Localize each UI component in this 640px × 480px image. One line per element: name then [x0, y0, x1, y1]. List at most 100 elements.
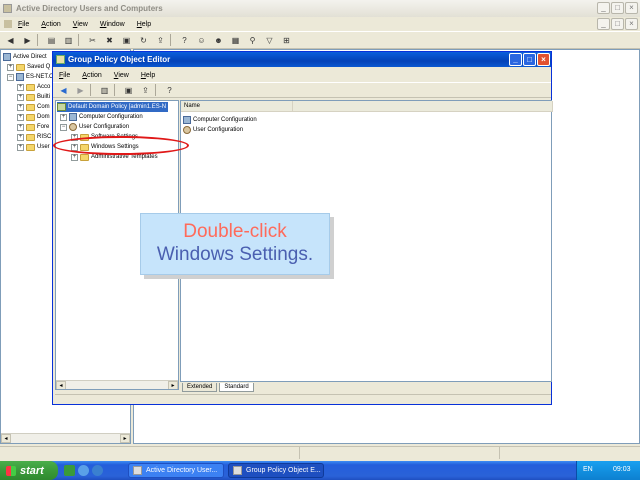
ad-window-title: Active Directory Users and Computers: [16, 4, 163, 13]
show-tree-icon[interactable]: ▥: [98, 84, 111, 97]
collapse-icon[interactable]: −: [7, 73, 14, 81]
scroll-right-icon[interactable]: ▸: [168, 381, 178, 389]
scroll-left-icon[interactable]: ◂: [1, 434, 11, 443]
gpo-task-icon: [233, 466, 242, 475]
show-tree-icon[interactable]: ▥: [62, 34, 75, 47]
quicklaunch-ie-icon[interactable]: [78, 465, 89, 476]
status-cell: [300, 447, 500, 459]
tree-item-default-domain-policy[interactable]: Default Domain Policy [admin1.ES-N: [57, 102, 169, 112]
column-header-empty[interactable]: [293, 101, 553, 112]
expand-icon[interactable]: +: [17, 83, 24, 91]
gpo-title-bar[interactable]: Group Policy Object Editor _ □ ×: [53, 52, 551, 67]
tree-item-users[interactable]: + User: [17, 142, 50, 152]
folder-icon: [80, 153, 89, 161]
add-to-group-icon[interactable]: ⊞: [280, 34, 293, 47]
find-icon[interactable]: ⚲: [246, 34, 259, 47]
add-group-icon[interactable]: ☻: [212, 34, 225, 47]
taskbar-item-active-directory[interactable]: Active Directory User...: [128, 463, 224, 478]
clock[interactable]: 09:03: [613, 466, 631, 473]
ad-close-button[interactable]: ×: [625, 2, 638, 14]
expand-icon[interactable]: +: [7, 63, 14, 71]
language-indicator[interactable]: EN: [583, 466, 593, 473]
refresh-icon[interactable]: ↻: [137, 34, 150, 47]
expand-icon[interactable]: +: [17, 123, 24, 131]
collapse-icon[interactable]: −: [60, 123, 67, 131]
list-item-computer-configuration[interactable]: Computer Configuration: [183, 115, 257, 125]
tree-item-builtin[interactable]: + Builti: [17, 92, 50, 102]
tree-item-active-directory[interactable]: Active Direct: [3, 52, 47, 62]
instruction-callout: Double-click Windows Settings.: [140, 213, 330, 275]
tree-item-computer-configuration[interactable]: + Computer Configuration: [60, 112, 143, 122]
computer-icon: [183, 116, 191, 124]
ad-mdi-minimize-button[interactable]: _: [597, 18, 610, 30]
add-ou-icon[interactable]: ▦: [229, 34, 242, 47]
tree-item-foreign[interactable]: + Fore: [17, 122, 49, 132]
gpo-menu-action[interactable]: Action: [82, 72, 101, 79]
tab-standard[interactable]: Standard: [219, 382, 254, 392]
user-icon: [183, 126, 191, 134]
expand-icon[interactable]: +: [60, 113, 67, 121]
gpo-maximize-button[interactable]: □: [523, 53, 536, 66]
add-user-icon[interactable]: ☺: [195, 34, 208, 47]
toolbar-separator: [37, 34, 38, 46]
ad-menu-help[interactable]: Help: [137, 21, 151, 28]
properties-icon[interactable]: ▣: [120, 34, 133, 47]
tree-item-saved-queries[interactable]: + Saved Q: [7, 62, 50, 72]
ad-mdi-restore-button[interactable]: □: [611, 18, 624, 30]
ad-menu-action[interactable]: Action: [41, 21, 60, 28]
back-icon[interactable]: ◀: [4, 34, 17, 47]
folder-icon: [26, 83, 35, 91]
properties-icon[interactable]: ▣: [122, 84, 135, 97]
tree-item-risc[interactable]: + RISC: [17, 132, 51, 142]
gpo-menu-help[interactable]: Help: [141, 72, 155, 79]
gpo-menu-file[interactable]: File: [59, 72, 70, 79]
tree-item-domain-controllers[interactable]: + Dom: [17, 112, 50, 122]
expand-icon[interactable]: +: [17, 103, 24, 111]
quicklaunch-desktop-icon[interactable]: [64, 465, 75, 476]
help-icon[interactable]: ?: [163, 84, 176, 97]
cut-icon[interactable]: ✂: [86, 34, 99, 47]
gpo-close-button[interactable]: ×: [537, 53, 550, 66]
forward-icon[interactable]: ▶: [21, 34, 34, 47]
expand-icon[interactable]: +: [17, 113, 24, 121]
expand-icon[interactable]: +: [17, 143, 24, 151]
toolbar-separator: [114, 84, 115, 96]
tree-item-domain[interactable]: − ES-NET.C: [7, 72, 53, 82]
ad-tree-hscrollbar[interactable]: ◂ ▸: [1, 433, 130, 443]
toolbar-separator: [170, 34, 171, 46]
expand-icon[interactable]: +: [17, 133, 24, 141]
expand-icon[interactable]: +: [17, 93, 24, 101]
ad-mdi-close-button[interactable]: ×: [625, 18, 638, 30]
export-icon[interactable]: ⇪: [139, 84, 152, 97]
ad-minimize-button[interactable]: _: [597, 2, 610, 14]
column-header-name[interactable]: Name: [181, 101, 293, 112]
quicklaunch-media-icon[interactable]: [92, 465, 103, 476]
up-folder-icon[interactable]: ▤: [45, 34, 58, 47]
forward-icon[interactable]: ▶: [74, 84, 87, 97]
list-item-user-configuration[interactable]: User Configuration: [183, 125, 243, 135]
taskbar-item-gpo-editor[interactable]: Group Policy Object E...: [228, 463, 324, 478]
scroll-right-icon[interactable]: ▸: [120, 434, 130, 443]
tree-item-user-configuration[interactable]: − User Configuration: [60, 122, 129, 132]
tree-item-computers[interactable]: + Com: [17, 102, 50, 112]
folder-icon: [26, 123, 35, 131]
gpo-menu-view[interactable]: View: [114, 72, 129, 79]
gpo-minimize-button[interactable]: _: [509, 53, 522, 66]
export-icon[interactable]: ⇪: [154, 34, 167, 47]
filter-icon[interactable]: ▽: [263, 34, 276, 47]
gpo-status-bar: [55, 394, 551, 404]
tab-extended[interactable]: Extended: [182, 382, 218, 392]
ad-maximize-button[interactable]: □: [611, 2, 624, 14]
back-icon[interactable]: ◀: [57, 84, 70, 97]
tree-item-accounts[interactable]: + Acco: [17, 82, 50, 92]
ad-title-bar[interactable]: Active Directory Users and Computers _ □…: [0, 0, 640, 17]
gpo-tree-hscrollbar[interactable]: ◂ ▸: [56, 380, 178, 389]
ad-menu-view[interactable]: View: [73, 21, 88, 28]
help-icon[interactable]: ?: [178, 34, 191, 47]
delete-icon[interactable]: ✖: [103, 34, 116, 47]
expand-icon[interactable]: +: [71, 153, 78, 161]
ad-menu-file[interactable]: File: [18, 21, 29, 28]
scroll-left-icon[interactable]: ◂: [56, 381, 66, 389]
start-button[interactable]: start: [0, 461, 58, 480]
ad-menu-window[interactable]: Window: [100, 21, 125, 28]
